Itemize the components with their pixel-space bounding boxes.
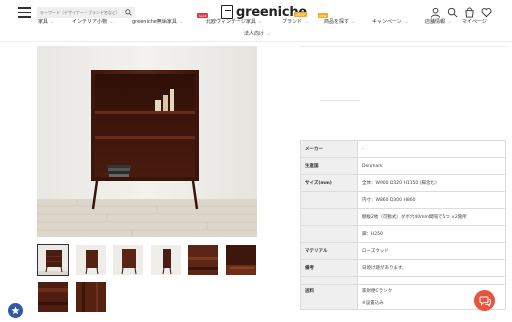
- spec-row: マテリアル ローズウッド: [300, 242, 506, 260]
- thumbnail-6[interactable]: [225, 244, 257, 276]
- thumbnail-3[interactable]: [112, 244, 144, 276]
- spec-label: メーカー: [300, 140, 358, 158]
- nav-label: 商品を探す: [324, 19, 350, 25]
- spec-label: [300, 225, 358, 243]
- spec-row: メーカー -: [300, 140, 506, 158]
- spec-row: サイズ(mm) 全体：W900 D320 H1150 (脚含む): [300, 174, 506, 192]
- spec-label: 備考: [300, 259, 358, 277]
- spec-value: -: [357, 140, 506, 158]
- account-icon[interactable]: [430, 7, 441, 18]
- chevron-down-icon: ⌵: [267, 31, 271, 36]
- nav-label: ブランド: [282, 19, 303, 25]
- nav-item-furniture[interactable]: 家具 ⌵: [38, 18, 72, 26]
- spec-value: 脚：H250: [357, 225, 506, 243]
- spec-row: 脚：H250: [300, 225, 506, 243]
- spec-value: ローズウッド: [357, 242, 506, 260]
- product-main-image[interactable]: [37, 46, 257, 237]
- nav-label: 法人向け: [244, 31, 265, 37]
- chat-icon: [479, 296, 491, 307]
- menu-icon[interactable]: [18, 7, 31, 18]
- nav-label: 家具: [38, 19, 49, 25]
- nav-item-mypage[interactable]: マイページ: [462, 18, 492, 26]
- main-nav: 家具 ⌵ インテリア小物 ⌵ greeniche無垢家具 ⌵ SALE 北欧ヴィンテー…: [32, 13, 492, 26]
- search-input[interactable]: [40, 7, 124, 18]
- spec-value: 内寸：W860 D300 H860: [357, 191, 506, 209]
- search-icon[interactable]: [125, 9, 132, 16]
- nav-item-vintage[interactable]: 北欧ヴィンテージ家具 ⌵: [206, 18, 282, 26]
- nav-item-store-info[interactable]: 店舗情報 ⌵: [425, 18, 462, 26]
- nav-item-greeniche-furniture[interactable]: greeniche無垢家具 ⌵ SALE: [132, 13, 208, 26]
- nav-item-campaign[interactable]: キャンペーン ⌵: [372, 18, 425, 26]
- star-icon: [11, 306, 20, 315]
- search-box[interactable]: [37, 7, 135, 18]
- spec-value: 棚板2枚（可動式）ダボ穴40mm間隔で5つ ×2箇所: [357, 208, 506, 226]
- nav-label: greeniche無垢家具: [132, 19, 177, 25]
- nav-item-corporate[interactable]: 法人向け ⌵: [244, 30, 270, 37]
- chevron-down-icon: ⌵: [352, 19, 356, 24]
- nav-item-search-products[interactable]: 商品を探す ⌵: [324, 18, 372, 26]
- favorite-heart-icon[interactable]: [481, 7, 492, 18]
- spec-value: 日焼け跡があります。: [357, 259, 506, 277]
- price-placeholder: [320, 100, 360, 101]
- header-divider: [0, 41, 512, 42]
- chevron-down-icon: ⌵: [51, 19, 55, 24]
- spec-value: [357, 276, 506, 285]
- thumbnail-1[interactable]: [37, 244, 69, 276]
- spec-label: マテリアル: [300, 242, 358, 260]
- spec-label: [300, 208, 358, 226]
- thumbnail-8[interactable]: [75, 281, 107, 313]
- spec-label: [300, 297, 358, 310]
- spec-row: [300, 276, 506, 285]
- spec-row: 棚板2枚（可動式）ダボ穴40mm間隔で5つ ×2箇所: [300, 208, 506, 226]
- thumbnail-4[interactable]: [150, 244, 182, 276]
- nav-label: 店舗情報: [425, 19, 446, 25]
- spec-row: 生産国 Denmark: [300, 157, 506, 175]
- spec-value: 全体：W900 D320 H1150 (脚含む): [357, 174, 506, 192]
- logo-badge: SHOP: [294, 12, 307, 17]
- chevron-down-icon: ⌵: [305, 19, 309, 24]
- spec-label: サイズ(mm): [300, 174, 358, 192]
- chevron-down-icon: ⌵: [110, 19, 114, 24]
- chevron-down-icon: ⌵: [258, 19, 262, 24]
- chat-button[interactable]: [474, 290, 495, 311]
- spec-value: Denmark: [357, 157, 506, 175]
- cart-icon[interactable]: [464, 7, 475, 18]
- thumbnail-7[interactable]: [37, 281, 69, 313]
- spec-label: 生産国: [300, 157, 358, 175]
- spec-row: 内寸：W860 D300 H860: [300, 191, 506, 209]
- search-icon[interactable]: [447, 7, 458, 18]
- logo-mark-icon: [221, 5, 233, 19]
- review-star-button[interactable]: [8, 303, 23, 318]
- chevron-down-icon: ⌵: [179, 19, 183, 24]
- site-header: greeniche SHOP 家具⌵ インテリア小物⌵ greeniche無垢家…: [0, 0, 512, 42]
- nav-item-brand[interactable]: ブランド ⌵ NEW: [282, 13, 328, 26]
- header-icons: [430, 7, 492, 18]
- nav-label: インテリア小物: [72, 19, 108, 25]
- nav-label: キャンペーン: [372, 19, 402, 25]
- thumbnail-5[interactable]: [187, 244, 219, 276]
- spec-label: [300, 276, 358, 285]
- spec-label: [300, 191, 358, 209]
- chevron-down-icon: ⌵: [448, 19, 452, 24]
- section-divider: [300, 46, 505, 47]
- spec-label: 送料: [300, 284, 358, 298]
- nav-label: 北欧ヴィンテージ家具: [206, 19, 256, 25]
- spec-row: 備考 日焼け跡があります。: [300, 259, 506, 277]
- nav-item-interior[interactable]: インテリア小物 ⌵: [72, 18, 132, 26]
- thumbnail-2[interactable]: [75, 244, 107, 276]
- chevron-down-icon: ⌵: [404, 19, 408, 24]
- spec-table: メーカー - 生産国 Denmark サイズ(mm) 全体：W900 D320 …: [300, 140, 506, 310]
- nav-label: マイページ: [462, 19, 487, 25]
